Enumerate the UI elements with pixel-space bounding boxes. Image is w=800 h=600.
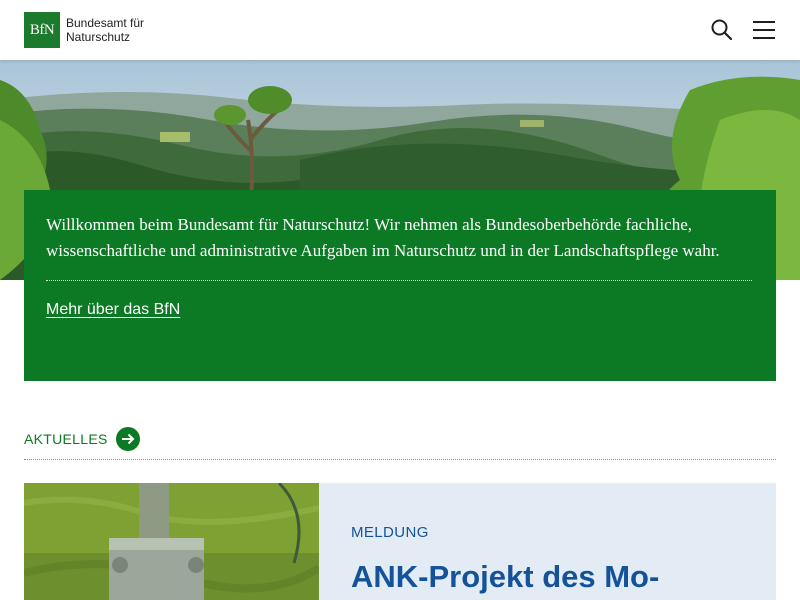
logo-text: Bundesamt für Naturschutz [66,16,144,44]
search-button[interactable] [710,18,734,42]
menu-button[interactable] [752,18,776,42]
bfn-logo: BfN [24,12,60,48]
hamburger-menu-icon [753,21,775,39]
news-card[interactable]: MELDUNG ANK-Projekt des Mo- [24,483,776,600]
section-divider [24,459,776,460]
news-section-link[interactable]: AKTUELLES [24,427,140,451]
welcome-text: Willkommen beim Bundesamt für Naturschut… [46,215,720,260]
news-section-label: AKTUELLES [24,431,108,447]
news-card-kicker: MELDUNG [351,524,429,541]
search-icon [711,19,733,41]
news-card-body: MELDUNG ANK-Projekt des Mo- [319,483,776,600]
logo-line-2: Naturschutz [66,30,131,44]
arrow-right-icon [115,427,140,451]
logo-mark: BfN [29,21,55,38]
welcome-box: Willkommen beim Bundesamt für Naturschut… [24,190,776,381]
logo-line-1: Bundesamt für [66,16,145,30]
news-card-title[interactable]: ANK-Projekt des Mo- [351,559,744,595]
news-card-image [24,483,319,600]
site-header: BfN Bundesamt für Naturschutz [0,0,800,60]
about-bfn-link[interactable]: Mehr über das BfN [46,301,180,319]
logo-link[interactable]: BfN Bundesamt für Naturschutz [24,12,144,48]
welcome-divider [46,280,752,281]
